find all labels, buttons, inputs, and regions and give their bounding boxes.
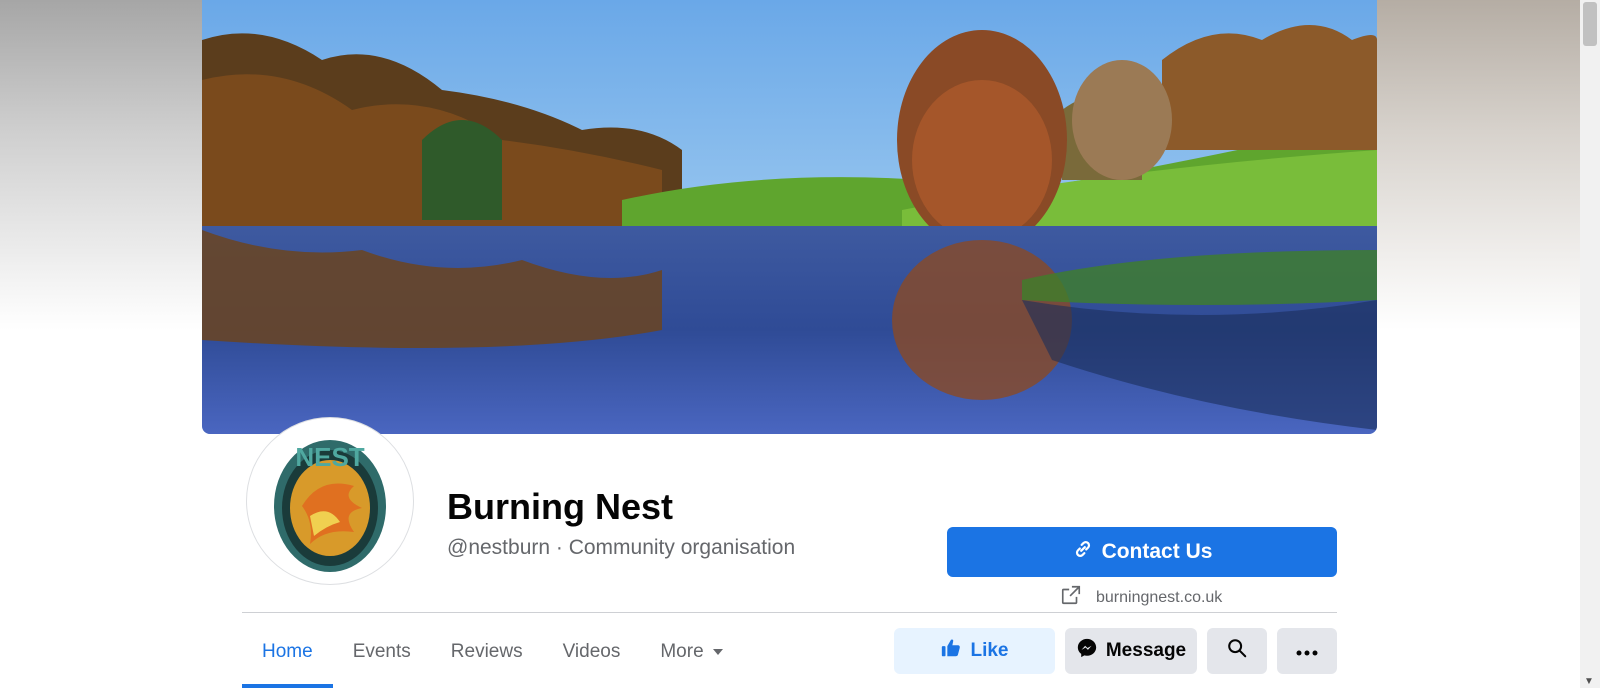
page-tabs: Home Events Reviews Videos More — [242, 628, 744, 688]
scrollbar[interactable] — [1580, 0, 1600, 688]
tab-more[interactable]: More — [640, 628, 743, 676]
cover-photo[interactable] — [202, 0, 1377, 434]
tab-events[interactable]: Events — [333, 628, 431, 676]
scrollbar-thumb[interactable] — [1583, 2, 1597, 46]
background-gradient-left — [0, 0, 202, 330]
scroll-down-arrow-icon[interactable]: ▼ — [1584, 676, 1594, 687]
search-button[interactable] — [1207, 628, 1267, 674]
tab-videos[interactable]: Videos — [543, 628, 641, 676]
tab-reviews-label: Reviews — [450, 641, 523, 662]
search-icon — [1226, 637, 1248, 665]
divider — [242, 612, 1337, 613]
more-options-button[interactable] — [1277, 628, 1337, 674]
caret-down-icon — [712, 641, 724, 663]
tab-reviews[interactable]: Reviews — [431, 628, 543, 676]
external-link-icon — [1060, 584, 1082, 611]
link-icon — [1072, 538, 1094, 566]
ellipsis-icon — [1296, 640, 1318, 662]
message-button[interactable]: Message — [1065, 628, 1197, 674]
profile-avatar[interactable]: NEST — [246, 417, 414, 585]
page-subtitle: @nestburn · Community organisation — [447, 536, 796, 559]
svg-text:NEST: NEST — [295, 442, 364, 472]
website-link[interactable]: burningnest.co.uk — [1060, 584, 1222, 611]
background-gradient-right — [1377, 0, 1580, 330]
contact-us-label: Contact Us — [1101, 540, 1213, 563]
like-label: Like — [970, 640, 1009, 661]
tab-videos-label: Videos — [562, 641, 621, 662]
messenger-icon — [1076, 637, 1098, 665]
message-label: Message — [1105, 640, 1187, 661]
website-label: burningnest.co.uk — [1096, 588, 1223, 606]
thumbs-up-icon — [940, 637, 962, 665]
page-title: Burning Nest — [447, 486, 674, 527]
tab-home[interactable]: Home — [242, 628, 333, 688]
tab-home-label: Home — [262, 641, 313, 662]
contact-us-button[interactable]: Contact Us — [947, 527, 1337, 577]
tab-more-label: More — [660, 641, 704, 662]
nest-logo-icon: NEST — [274, 440, 386, 572]
lake-landscape-image — [202, 0, 1377, 434]
tab-events-label: Events — [352, 641, 411, 662]
like-button[interactable]: Like — [894, 628, 1055, 674]
